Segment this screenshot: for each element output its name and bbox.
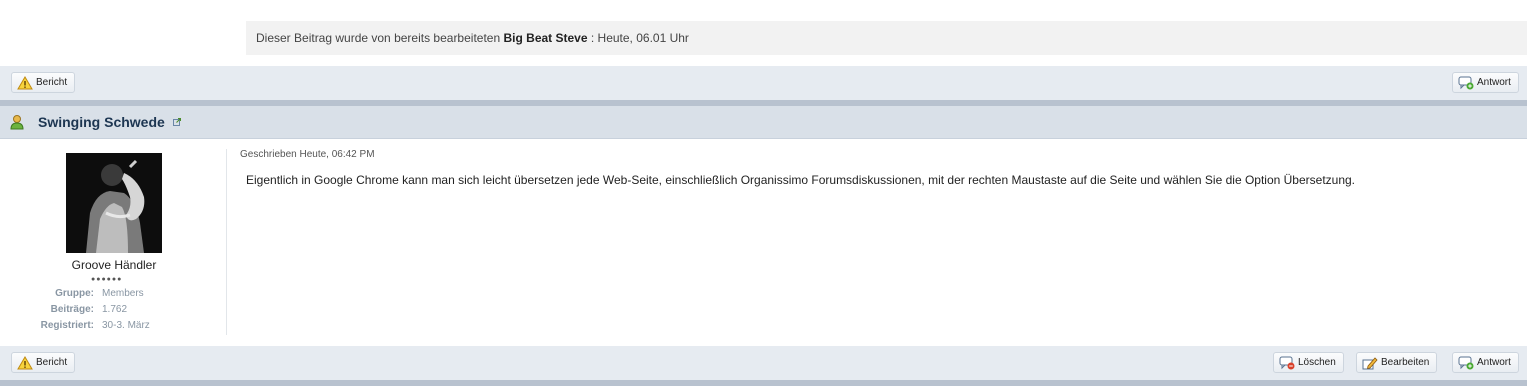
edit-note-prefix: Dieser Beitrag wurde von bereits bearbei… (256, 31, 501, 45)
reply-label: Antwort (1477, 77, 1511, 88)
reply-button[interactable]: Antwort (1452, 352, 1519, 373)
edit-button[interactable]: Bearbeiten (1356, 352, 1438, 373)
post-author-row: Swinging Schwede (0, 106, 1527, 139)
author-name-link[interactable]: Swinging Schwede (38, 114, 165, 130)
post-body: Eigentlich in Google Chrome kann man sic… (246, 173, 1356, 187)
author-panel-divider (226, 149, 227, 335)
info-value: Members (102, 288, 144, 299)
avatar[interactable] (66, 153, 162, 253)
warning-icon (17, 75, 33, 89)
report-button-top[interactable]: Bericht (11, 72, 76, 93)
speech-bubble-add-icon (1458, 76, 1474, 89)
report-label: Bericht (36, 77, 68, 88)
delete-button[interactable]: Löschen (1273, 352, 1344, 373)
info-label: Registriert: (40, 320, 94, 331)
user-icon (10, 115, 24, 130)
edit-note: Dieser Beitrag wurde von bereits bearbei… (246, 21, 1527, 55)
reply-label: Antwort (1477, 357, 1511, 368)
report-button[interactable]: Bericht (11, 352, 76, 373)
avatar-image (66, 153, 162, 253)
post-separator (0, 380, 1527, 386)
user-title: Groove Händler (71, 258, 157, 272)
edit-note-editor: Big Beat Steve (503, 31, 588, 45)
info-value: 30-3. März (102, 320, 150, 331)
info-label: Gruppe: (55, 288, 94, 299)
delete-label: Löschen (1298, 357, 1336, 368)
speech-bubble-delete-icon (1279, 356, 1295, 369)
pencil-icon (1362, 356, 1378, 369)
post-actions-bar-top: Bericht Antwort (0, 66, 1527, 100)
info-value: 1.762 (102, 304, 128, 315)
rank-pips: ●●●●●● (91, 276, 123, 283)
report-label: Bericht (36, 357, 68, 368)
edit-note-suffix: : Heute, 06.01 Uhr (590, 31, 689, 45)
info-label: Beiträge: (50, 304, 94, 315)
reply-button-top[interactable]: Antwort (1452, 72, 1519, 93)
warning-icon (17, 355, 33, 369)
post-date: Geschrieben Heute, 06:42 PM (240, 149, 375, 160)
speech-bubble-add-icon (1458, 356, 1474, 369)
edit-label: Bearbeiten (1381, 357, 1430, 368)
external-link-icon[interactable] (173, 118, 181, 126)
post-actions-bar-bottom: Bericht Löschen Bearbeiten Antwort (0, 346, 1527, 380)
author-panel: Groove Händler ●●●●●● Gruppe: Members Be… (0, 139, 228, 345)
